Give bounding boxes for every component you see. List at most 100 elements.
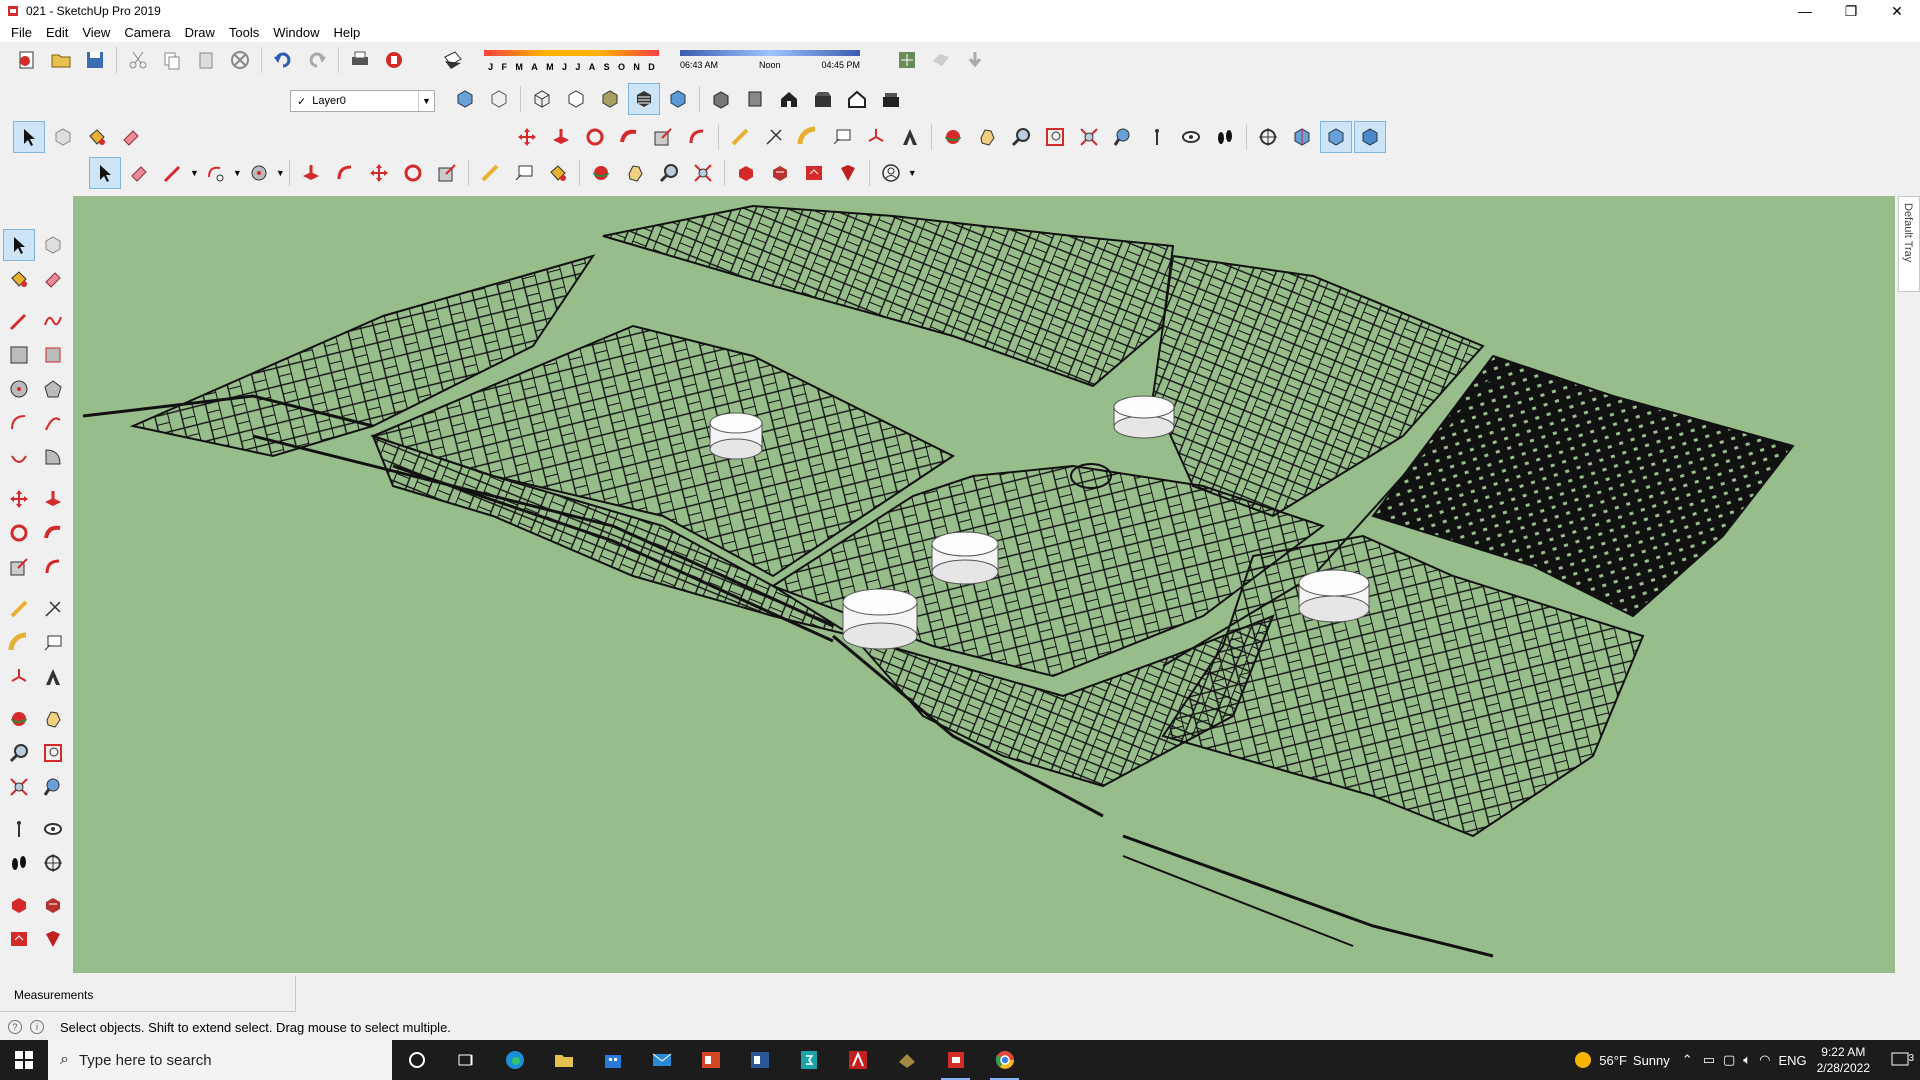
dimension-icon[interactable]: [38, 594, 68, 624]
windows-start-icon[interactable]: [0, 1040, 48, 1080]
open-folder-icon[interactable]: [46, 45, 76, 75]
zoom-extents-icon[interactable]: [1074, 122, 1104, 152]
measurements-box[interactable]: Measurements: [0, 976, 296, 1012]
zoom-window-icon[interactable]: [38, 738, 68, 768]
powerpoint-icon[interactable]: [686, 1040, 735, 1080]
move-icon[interactable]: [512, 122, 542, 152]
model-info-icon[interactable]: [379, 45, 409, 75]
cut-icon[interactable]: [123, 45, 153, 75]
walk-icon[interactable]: [4, 848, 34, 878]
zoom-icon[interactable]: [4, 738, 34, 768]
word-icon[interactable]: [735, 1040, 784, 1080]
move-icon[interactable]: [4, 484, 34, 514]
minimize-button[interactable]: —: [1782, 0, 1828, 22]
axes-icon[interactable]: [4, 662, 34, 692]
push-pull-icon[interactable]: [546, 122, 576, 152]
polygon-icon[interactable]: [38, 374, 68, 404]
acrobat-icon[interactable]: [833, 1040, 882, 1080]
menu-file[interactable]: File: [4, 25, 39, 40]
front-view-icon[interactable]: [774, 84, 804, 114]
share-component-icon[interactable]: [799, 158, 829, 188]
rectangle-icon[interactable]: [4, 340, 34, 370]
menu-view[interactable]: View: [75, 25, 117, 40]
previous-view-icon[interactable]: [38, 772, 68, 802]
xray-icon[interactable]: [450, 84, 480, 114]
system-clock[interactable]: 9:22 AM 2/28/2022: [1817, 1044, 1870, 1076]
menu-draw[interactable]: Draw: [178, 25, 222, 40]
pan-hand-icon[interactable]: [620, 158, 650, 188]
section-plane-icon[interactable]: [38, 848, 68, 878]
zoom-extents-icon[interactable]: [688, 158, 718, 188]
3d-warehouse-icon[interactable]: [4, 890, 34, 920]
offset-icon[interactable]: [38, 552, 68, 582]
scale-icon[interactable]: [4, 552, 34, 582]
extension-warehouse-icon[interactable]: [38, 924, 68, 954]
weather-condition[interactable]: Sunny: [1633, 1053, 1670, 1068]
text-icon[interactable]: [827, 122, 857, 152]
chevron-up-icon[interactable]: ⌃: [1682, 1052, 1693, 1068]
walk-icon[interactable]: [1210, 122, 1240, 152]
eraser-icon[interactable]: [38, 264, 68, 294]
select-arrow-icon[interactable]: [89, 157, 121, 189]
wifi-icon[interactable]: ◠: [1759, 1052, 1770, 1068]
select-arrow-icon[interactable]: [13, 121, 45, 153]
time-slider[interactable]: [680, 50, 860, 56]
shapes-circle-icon[interactable]: [244, 158, 274, 188]
menu-camera[interactable]: Camera: [117, 25, 177, 40]
share-model-icon[interactable]: [38, 890, 68, 920]
3d-warehouse-icon[interactable]: [731, 158, 761, 188]
scale-icon[interactable]: [648, 122, 678, 152]
select-arrow-icon[interactable]: [3, 229, 35, 261]
position-camera-icon[interactable]: [1142, 122, 1172, 152]
shadow-settings-widget[interactable]: J F M A M J J A S O N D 06:43 AM Noon 04…: [476, 50, 866, 76]
display-section-planes-icon[interactable]: [1287, 122, 1317, 152]
paint-bucket-icon[interactable]: [4, 264, 34, 294]
file-explorer-icon[interactable]: [539, 1040, 588, 1080]
info-icon[interactable]: i: [30, 1020, 44, 1034]
look-around-icon[interactable]: [1176, 122, 1206, 152]
paste-icon[interactable]: [191, 45, 221, 75]
display-section-cuts-icon[interactable]: [1320, 121, 1352, 153]
erase-icon[interactable]: [225, 45, 255, 75]
text-icon[interactable]: [509, 158, 539, 188]
offset-icon[interactable]: [330, 158, 360, 188]
battery-icon[interactable]: ▭: [1703, 1052, 1715, 1068]
geo-location-icon[interactable]: [892, 45, 922, 75]
rotated-rectangle-icon[interactable]: [38, 340, 68, 370]
weather-temp[interactable]: 56°F: [1599, 1053, 1627, 1068]
rotate-icon[interactable]: [580, 122, 610, 152]
microsoft-store-icon[interactable]: [588, 1040, 637, 1080]
circle-icon[interactable]: [4, 374, 34, 404]
3d-text-icon[interactable]: [895, 122, 925, 152]
tape-measure-icon[interactable]: [4, 594, 34, 624]
edge-browser-icon[interactable]: [490, 1040, 539, 1080]
paint-bucket-icon[interactable]: [82, 122, 112, 152]
push-pull-icon[interactable]: [38, 484, 68, 514]
model-viewport[interactable]: [73, 196, 1895, 973]
copy-icon[interactable]: [157, 45, 187, 75]
account-icon[interactable]: [876, 158, 906, 188]
line-pencil-icon[interactable]: [158, 158, 188, 188]
two-point-arc-icon[interactable]: [38, 408, 68, 438]
chevron-down-icon[interactable]: ▼: [276, 168, 285, 178]
geolocation-status-icon[interactable]: ?: [8, 1020, 22, 1034]
offset-icon[interactable]: [682, 122, 712, 152]
left-view-icon[interactable]: [876, 84, 906, 114]
push-pull-icon[interactable]: [296, 158, 326, 188]
pan-hand-icon[interactable]: [38, 704, 68, 734]
mail-icon[interactable]: [637, 1040, 686, 1080]
tape-measure-icon[interactable]: [475, 158, 505, 188]
chevron-down-icon[interactable]: ▼: [233, 168, 242, 178]
restore-button[interactable]: ❐: [1828, 0, 1874, 22]
pan-hand-icon[interactable]: [972, 122, 1002, 152]
top-view-icon[interactable]: [740, 84, 770, 114]
3d-text-icon[interactable]: [38, 662, 68, 692]
back-view-icon[interactable]: [842, 84, 872, 114]
weather-sun-icon[interactable]: [1575, 1052, 1592, 1068]
zoom-window-icon[interactable]: [1040, 122, 1070, 152]
sketchup-taskbar-icon[interactable]: [931, 1040, 980, 1080]
rotate-icon[interactable]: [398, 158, 428, 188]
scale-icon[interactable]: [432, 158, 462, 188]
default-tray-tab[interactable]: Default Tray: [1898, 196, 1920, 292]
line-pencil-icon[interactable]: [4, 306, 34, 336]
